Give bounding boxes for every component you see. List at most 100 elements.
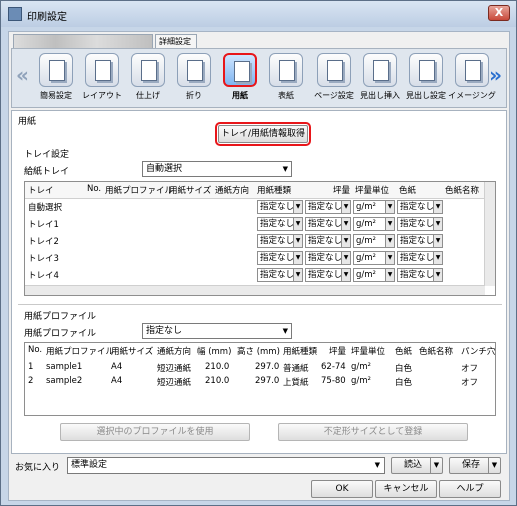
tab-detail-settings[interactable]: 詳細設定 xyxy=(155,34,197,48)
dialog-client: 詳細設定 « 簡易設定 レイアウト 仕上げ 折り 用紙 表紙 ページ設定 見出し… xyxy=(8,31,510,501)
print-settings-window: 印刷設定 X 詳細設定 « 簡易設定 レイアウト 仕上げ 折り 用紙 表紙 ペー… xyxy=(0,0,517,506)
tray-table-hscrollbar[interactable] xyxy=(25,285,485,295)
paper-icon xyxy=(223,53,257,87)
chevron-down-icon: ▼ xyxy=(293,269,302,281)
chevron-down-icon: ▼ xyxy=(433,218,442,230)
save-button[interactable]: 保存 ▼ xyxy=(449,457,501,474)
ribbon-item-imaging[interactable]: イメージング xyxy=(448,53,496,107)
paper-type-select[interactable]: 指定なし ▼ xyxy=(257,234,303,248)
tab-blurred[interactable] xyxy=(13,34,153,48)
ribbon-item-page-setup[interactable]: ページ設定 xyxy=(314,53,354,107)
paper-panel: 用紙 トレイ/用紙情報取得 トレイ設定 給紙トレイ 自動選択 ▼ トレイ No. … xyxy=(11,110,507,454)
chevron-down-icon[interactable]: ▼ xyxy=(488,458,500,473)
table-row[interactable]: 自動選択 指定なし ▼ 指定なし ▼ g/m² ▼ 指定なし ▼ xyxy=(25,199,495,216)
chevron-down-icon: ▼ xyxy=(385,235,394,247)
chevron-down-icon: ▼ xyxy=(282,327,288,335)
ok-button[interactable]: OK xyxy=(311,480,373,498)
finishing-icon xyxy=(131,53,165,87)
weight-select[interactable]: 指定なし ▼ xyxy=(305,200,351,214)
use-selected-profile-button[interactable]: 選択中のプロファイルを使用 xyxy=(60,423,250,441)
cancel-button[interactable]: キャンセル xyxy=(375,480,437,498)
chevron-down-icon: ▼ xyxy=(282,165,288,173)
table-row[interactable]: トレイ3 指定なし ▼ 指定なし ▼ g/m² ▼ 指定なし ▼ xyxy=(25,250,495,267)
ribbon-item-paper[interactable]: 用紙 xyxy=(220,53,260,107)
ribbon-item-tab-settings[interactable]: 見出し設定 xyxy=(406,53,446,107)
table-row[interactable]: トレイ2 指定なし ▼ 指定なし ▼ g/m² ▼ 指定なし ▼ xyxy=(25,233,495,250)
register-custom-size-button[interactable]: 不定形サイズとして登録 xyxy=(278,423,468,441)
table-row[interactable]: トレイ4 指定なし ▼ 指定なし ▼ g/m² ▼ 指定なし ▼ xyxy=(25,267,495,284)
chevron-down-icon: ▼ xyxy=(293,252,302,264)
scroll-left-arrow-icon[interactable]: « xyxy=(16,63,29,87)
chevron-down-icon: ▼ xyxy=(385,218,394,230)
chevron-down-icon: ▼ xyxy=(433,252,442,264)
tray-settings-title: トレイ設定 xyxy=(24,150,70,160)
ribbon-item-layout[interactable]: レイアウト xyxy=(82,53,122,107)
unit-select[interactable]: g/m² ▼ xyxy=(353,217,395,231)
chevron-down-icon[interactable]: ▼ xyxy=(430,458,442,473)
favorites-select[interactable]: 標準設定 ▼ xyxy=(67,457,385,474)
chevron-down-icon: ▼ xyxy=(341,269,350,281)
load-button[interactable]: 読込 ▼ xyxy=(391,457,443,474)
tray-table-header: トレイ No. 用紙プロファイル 用紙サイズ 通紙方向 用紙種類 坪量 坪量単位… xyxy=(25,182,495,199)
tab-insert-icon xyxy=(363,53,397,87)
ribbon-item-cover[interactable]: 表紙 xyxy=(266,53,306,107)
divider xyxy=(18,304,502,305)
color-select[interactable]: 指定なし ▼ xyxy=(397,251,443,265)
tab-settings-icon xyxy=(409,53,443,87)
paper-type-select[interactable]: 指定なし ▼ xyxy=(257,217,303,231)
chevron-down-icon: ▼ xyxy=(433,235,442,247)
ribbon-item-tab-insert[interactable]: 見出し挿入 xyxy=(360,53,400,107)
scroll-right-arrow-icon[interactable]: » xyxy=(489,63,502,87)
color-select[interactable]: 指定なし ▼ xyxy=(397,268,443,282)
chevron-down-icon: ▼ xyxy=(374,461,380,469)
profile-select[interactable]: 指定なし ▼ xyxy=(142,323,292,339)
favorites-label: お気に入り xyxy=(15,463,61,473)
chevron-down-icon: ▼ xyxy=(293,218,302,230)
tray-table: トレイ No. 用紙プロファイル 用紙サイズ 通紙方向 用紙種類 坪量 坪量単位… xyxy=(24,181,496,296)
tray-table-vscrollbar[interactable] xyxy=(484,182,495,286)
color-select[interactable]: 指定なし ▼ xyxy=(397,200,443,214)
paper-type-select[interactable]: 指定なし ▼ xyxy=(257,251,303,265)
color-select[interactable]: 指定なし ▼ xyxy=(397,234,443,248)
profile-label: 用紙プロファイル xyxy=(24,329,97,339)
chevron-down-icon: ▼ xyxy=(385,269,394,281)
feature-ribbon: « 簡易設定 レイアウト 仕上げ 折り 用紙 表紙 ページ設定 見出し挿入 見出… xyxy=(11,48,507,108)
profile-table: No. 用紙プロファイル 用紙サイズ 通紙方向 幅 (mm) 高さ (mm) 用… xyxy=(24,342,496,416)
paper-section-title: 用紙 xyxy=(18,117,37,127)
chevron-down-icon: ▼ xyxy=(433,201,442,213)
ribbon-item-simple[interactable]: 簡易設定 xyxy=(36,53,76,107)
chevron-down-icon: ▼ xyxy=(433,269,442,281)
get-tray-paper-info-button[interactable]: トレイ/用紙情報取得 xyxy=(215,122,311,146)
paper-type-select[interactable]: 指定なし ▼ xyxy=(257,268,303,282)
unit-select[interactable]: g/m² ▼ xyxy=(353,200,395,214)
simple-settings-icon xyxy=(39,53,73,87)
close-button[interactable]: X xyxy=(488,5,510,21)
help-button[interactable]: ヘルプ xyxy=(439,480,501,498)
weight-select[interactable]: 指定なし ▼ xyxy=(305,234,351,248)
chevron-down-icon: ▼ xyxy=(293,201,302,213)
unit-select[interactable]: g/m² ▼ xyxy=(353,268,395,282)
window-title: 印刷設定 xyxy=(27,12,67,23)
page-setup-icon xyxy=(317,53,351,87)
bottom-bar: お気に入り 標準設定 ▼ 読込 ▼ 保存 ▼ OK キャンセル ヘルプ xyxy=(11,456,507,500)
cover-icon xyxy=(269,53,303,87)
ribbon-item-fold[interactable]: 折り xyxy=(174,53,214,107)
weight-select[interactable]: 指定なし ▼ xyxy=(305,251,351,265)
table-row[interactable]: 2 sample2 A4 短辺通紙 210.0 297.0 上質紙 75-80 … xyxy=(25,374,495,391)
layout-icon xyxy=(85,53,119,87)
unit-select[interactable]: g/m² ▼ xyxy=(353,234,395,248)
weight-select[interactable]: 指定なし ▼ xyxy=(305,217,351,231)
feed-tray-label: 給紙トレイ xyxy=(24,167,70,177)
chevron-down-icon: ▼ xyxy=(341,201,350,213)
unit-select[interactable]: g/m² ▼ xyxy=(353,251,395,265)
profile-table-header: No. 用紙プロファイル 用紙サイズ 通紙方向 幅 (mm) 高さ (mm) 用… xyxy=(28,345,496,357)
table-row[interactable]: トレイ1 指定なし ▼ 指定なし ▼ g/m² ▼ 指定なし ▼ xyxy=(25,216,495,233)
color-select[interactable]: 指定なし ▼ xyxy=(397,217,443,231)
paper-type-select[interactable]: 指定なし ▼ xyxy=(257,200,303,214)
feed-tray-select[interactable]: 自動選択 ▼ xyxy=(142,161,292,177)
profile-section-title: 用紙プロファイル xyxy=(24,312,97,322)
weight-select[interactable]: 指定なし ▼ xyxy=(305,268,351,282)
printer-icon xyxy=(8,7,22,21)
ribbon-item-finishing[interactable]: 仕上げ xyxy=(128,53,168,107)
chevron-down-icon: ▼ xyxy=(385,252,394,264)
